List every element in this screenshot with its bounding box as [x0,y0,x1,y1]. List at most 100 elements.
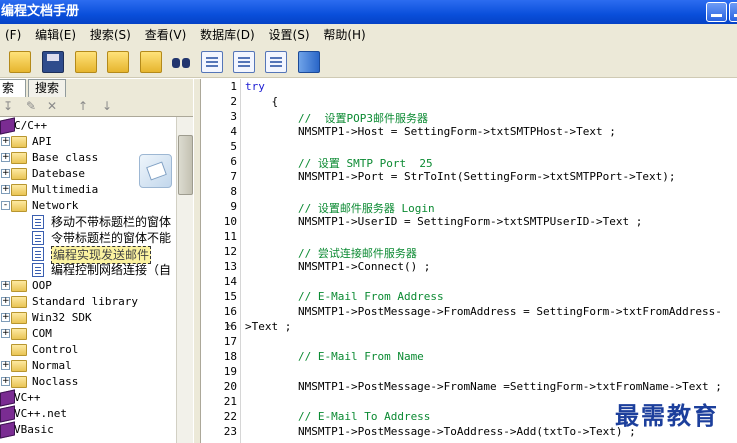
code-line: NMSMTP1->Port = StrToInt(SettingForm->tx… [245,170,676,183]
tab-search[interactable]: 搜索 [28,79,67,97]
tree-item[interactable]: 移动不带标题栏的窗体 [0,214,176,230]
folder-icon [11,152,27,164]
line-number: 4 [230,125,237,138]
book-icon [0,405,15,423]
line-number: 23 [223,425,237,438]
line-number: 9 [230,200,237,213]
tree-item[interactable]: + Noclass [0,374,176,390]
edit-icon[interactable]: ✎ [24,99,38,113]
tree-item[interactable]: + Normal [0,358,176,374]
document-icon [32,231,44,245]
pane-splitter[interactable] [193,79,201,443]
exit-icon[interactable] [298,51,320,73]
collapse-toggle[interactable]: - [1,201,10,210]
tree-item[interactable]: +VC++ [0,389,176,407]
line-number: 13 [223,260,237,273]
tree-scrollbar[interactable] [176,117,193,443]
document-list-icon[interactable] [265,51,287,73]
sidebar-tabs: 索引 搜索 [0,79,196,111]
window-title: 编程文档手册 [1,4,80,19]
code-line: // E-Mail To Address [245,410,431,423]
tree-item[interactable]: +VC++.net [0,405,176,423]
folder-add-icon[interactable] [75,51,97,73]
tree-item-label: COM [32,327,52,340]
tree-item-label: 移动不带标题栏的窗体 [51,215,172,229]
tree-item-label: 编程控制网络连接（自 [51,263,172,277]
code-line: // 设置 SMTP Port 25 [245,157,433,170]
watermark: 最需教育 [615,401,719,430]
expand-toggle[interactable]: + [1,377,10,386]
move-down-icon[interactable]: ↓ [100,99,114,113]
folder-up-icon[interactable] [107,51,129,73]
expand-toggle[interactable]: + [1,329,10,338]
line-number: 19 [223,365,237,378]
expand-toggle[interactable]: + [1,361,10,370]
code-line: // 设置邮件服务器 Login [245,202,435,215]
tree-item[interactable]: + Win32 SDK [0,310,176,326]
expand-icon[interactable]: ↧ [1,99,15,113]
expand-toggle[interactable]: + [1,137,10,146]
line-number: 22 [223,410,237,423]
document-icon [32,247,44,261]
folder-open-icon[interactable] [140,51,162,73]
line-number-gutter: 1 2 3 4 5 6 7 8 9 10 11 12 13 14 15 16 16 ↵ 17 18 19 20 21 22 23 [201,79,241,443]
folder-icon [11,312,27,324]
book-icon [0,389,15,407]
folder-icon [11,376,27,388]
tree-item-label: Base class [32,151,99,164]
tree-item[interactable]: Control [0,342,176,358]
tree-item-label: API [32,135,52,148]
code-line: NMSMTP1->PostMessage->ToAddress->Add(txt… [245,425,636,438]
maximize-button[interactable] [729,2,737,22]
menu-search[interactable]: 搜索(S) [85,24,136,46]
open-folder-icon[interactable] [9,51,31,73]
menu-edit[interactable]: 编辑(E) [30,24,81,46]
folder-icon [11,280,27,292]
menu-database[interactable]: 数据库(D) [195,24,260,46]
expand-toggle[interactable]: + [1,281,10,290]
code-line: NMSMTP1->PostMessage->FromName =SettingF… [245,380,722,393]
line-number: 10 [223,215,237,228]
expand-toggle[interactable]: + [1,313,10,322]
delete-icon[interactable]: ✕ [45,99,59,113]
folder-icon [11,168,27,180]
tree-item[interactable]: 令带标题栏的窗体不能 [0,230,176,246]
menu-view[interactable]: 查看(V) [140,24,192,46]
code-line: try [245,80,265,93]
document-properties-icon[interactable] [201,51,223,73]
line-number: 12 [223,245,237,258]
tree-item[interactable]: 编程实现发送邮件 [0,246,176,264]
code-line: // 设置POP3邮件服务器 [245,112,428,125]
tree-item[interactable]: + COM [0,326,176,342]
expand-toggle[interactable]: + [1,185,10,194]
expand-toggle[interactable]: + [1,297,10,306]
tree-item-label: VC++ [14,391,41,404]
menu-file[interactable]: (F) [0,24,26,46]
expand-toggle[interactable]: + [1,153,10,162]
document-edit-icon[interactable] [233,51,255,73]
tree-item[interactable]: + Standard library [0,294,176,310]
code-line: { [245,95,279,108]
tree-item[interactable]: + API [0,134,176,150]
minimize-button[interactable] [706,2,727,22]
code-editor[interactable]: try { // 设置POP3邮件服务器 NMSMTP1->Host = Set… [242,79,737,443]
tree-item[interactable]: + OOP [0,278,176,294]
menu-help[interactable]: 帮助(H) [318,24,370,46]
binoculars-icon[interactable] [170,51,192,73]
move-up-icon[interactable]: ↑ [76,99,90,113]
menu-settings[interactable]: 设置(S) [264,24,315,46]
tree-item-label: VC++.net [14,407,67,420]
tree-item[interactable]: - Network [0,198,176,214]
book-icon [0,421,15,439]
line-number: 20 [223,380,237,393]
tree-item[interactable]: +VBasic [0,421,176,439]
tab-index[interactable]: 索引 [0,79,26,111]
tree-item[interactable]: -C/C++ [0,117,176,135]
save-icon[interactable] [42,51,64,73]
tree-item[interactable]: 编程控制网络连接（自 [0,262,176,278]
folder-icon [11,360,27,372]
scrollbar-thumb[interactable] [178,135,193,195]
line-number: 18 [223,350,237,363]
menu-bar: (F) 编辑(E) 搜索(S) 查看(V) 数据库(D) 设置(S) 帮助(H) [0,24,737,46]
expand-toggle[interactable]: + [1,169,10,178]
